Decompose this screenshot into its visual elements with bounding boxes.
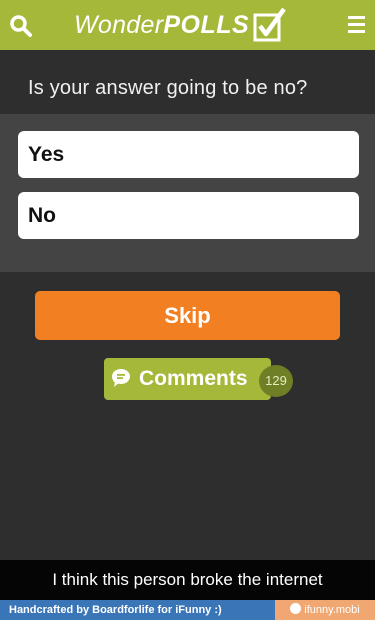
speech-bubble-icon [112, 369, 130, 387]
answer-list: Yes No [0, 114, 375, 272]
comment-count-badge: 129 [259, 365, 293, 397]
footer-credit: Handcrafted by Boardforlife for iFunny :… [0, 600, 275, 620]
meme-caption: I think this person broke the internet [0, 560, 375, 600]
hamburger-menu-icon [348, 16, 365, 33]
footer-site-link[interactable]: ifunny.mobi [275, 600, 375, 620]
menu-button[interactable] [348, 16, 365, 34]
answer-option-yes[interactable]: Yes [18, 131, 359, 178]
logo-text-polls: POLLS [163, 10, 250, 39]
skip-button[interactable]: Skip [35, 291, 340, 340]
wonderpolls-logo[interactable]: Wonder POLLS [74, 4, 287, 46]
poll-question: Is your answer going to be no? [28, 77, 308, 99]
footer-site-label: ifunny.mobi [304, 604, 360, 616]
comments-label: Comments [139, 367, 248, 390]
checkbox-check-icon [253, 7, 287, 42]
logo-text-wonder: Wonder [74, 10, 164, 39]
comments-button[interactable]: Comments [104, 358, 271, 400]
answer-option-no[interactable]: No [18, 192, 359, 239]
search-button[interactable] [9, 14, 33, 38]
watermark-footer: Handcrafted by Boardforlife for iFunny :… [0, 600, 375, 620]
smiley-icon [290, 603, 302, 614]
search-icon [10, 15, 32, 37]
app-header: Wonder POLLS [0, 0, 375, 50]
